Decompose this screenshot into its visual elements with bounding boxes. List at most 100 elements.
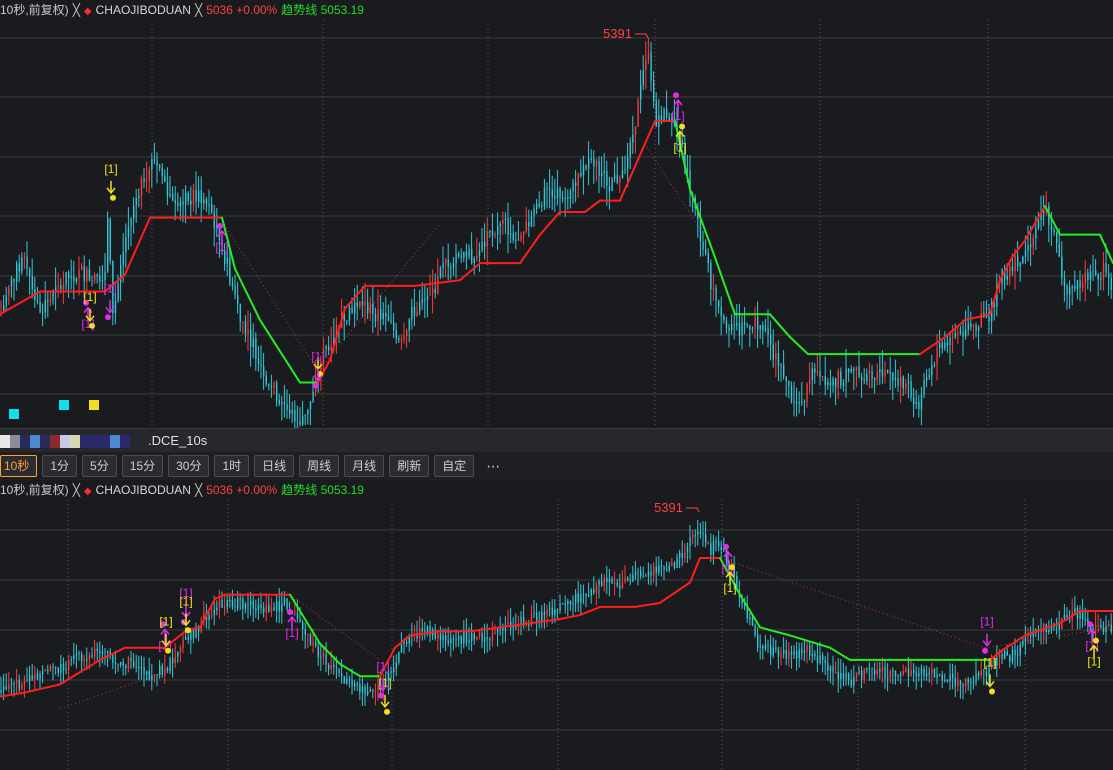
candle-body (348, 678, 351, 680)
candle-body (133, 205, 135, 219)
candle-body (439, 633, 442, 640)
period-button-1h[interactable]: 1时 (214, 455, 250, 477)
candle-body (510, 233, 512, 235)
candle-body (138, 195, 140, 198)
period-button-weekly[interactable]: 周线 (299, 455, 340, 477)
candle-body (208, 204, 210, 206)
price-change: 5036 +0.00% (206, 3, 278, 17)
candle-body (621, 582, 624, 589)
candle-body (1014, 255, 1016, 272)
candle-body (276, 601, 278, 611)
more-icon[interactable]: ⋯ (486, 458, 501, 475)
candle-body (608, 578, 611, 583)
candle-body (374, 313, 377, 322)
candle-body (887, 369, 889, 374)
candle-body (582, 594, 585, 596)
candle-body (263, 607, 265, 613)
candle-body (265, 375, 267, 385)
candle-body (351, 679, 353, 686)
candle-body (494, 632, 496, 634)
chart-panel-top[interactable]: 10秒,前复权) ╳ ◆ CHAOJIBODUAN ╳ 5036 +0.00% 趋势线 50… (0, 0, 1113, 428)
candle-body (1001, 653, 1003, 660)
chart-panel-bottom[interactable]: 10秒,前复权) ╳ ◆ CHAOJIBODUAN ╳ 5036 +0.00% 趋势线 50… (0, 480, 1113, 770)
signal-dot (165, 647, 171, 654)
candle-body (237, 294, 239, 304)
candle-body (18, 263, 20, 272)
candle-body (442, 635, 444, 640)
candle-body (715, 540, 717, 542)
candle-body (403, 642, 405, 644)
candle-body (673, 562, 676, 569)
candle-body (897, 378, 899, 386)
custom-button[interactable]: 自定 (434, 455, 475, 477)
close-x-icon[interactable]: ╳ (73, 483, 80, 497)
candle-body (200, 190, 202, 204)
candle-body (400, 340, 403, 342)
candle-body (283, 402, 286, 405)
candle-body (590, 589, 592, 596)
candle-body (166, 181, 169, 196)
redaction-swatch (60, 435, 70, 448)
candle-body (330, 346, 332, 351)
candle-body (239, 303, 241, 322)
close-x-icon[interactable]: ╳ (73, 3, 80, 17)
candle-body (905, 668, 907, 672)
candle-body (660, 565, 663, 567)
candle-body (933, 364, 936, 366)
candle-body (75, 653, 78, 656)
period-button-5m[interactable]: 5分 (82, 455, 117, 477)
period-button-1m[interactable]: 1分 (42, 455, 78, 477)
candle-body (270, 607, 273, 612)
candlestick-chart-bottom[interactable]: [1][1][1][1][1][1][1][1][1][1][1][1][1]5… (0, 480, 1113, 770)
candle-body (478, 632, 481, 637)
candle-body (1105, 625, 1107, 633)
signal-label: [1] (376, 660, 389, 674)
period-button-monthly[interactable]: 月线 (344, 455, 385, 477)
candle-body (546, 609, 548, 616)
candle-body (606, 577, 608, 583)
candle-body (78, 653, 80, 655)
candle-body (78, 269, 80, 278)
refresh-button[interactable]: 刷新 (389, 455, 430, 477)
trend-line-segment (584, 199, 601, 213)
period-button-30m[interactable]: 30分 (168, 455, 210, 477)
close-x-icon[interactable]: ╳ (195, 3, 202, 17)
candle-body (1095, 625, 1097, 629)
candle-body (125, 237, 127, 253)
candle-body (1022, 256, 1024, 263)
candle-body (458, 636, 460, 640)
signal-label: [1] (159, 615, 172, 629)
candle-body (536, 612, 538, 623)
candle-body (291, 410, 293, 414)
candle-body (1110, 624, 1112, 632)
candle-body (980, 312, 982, 328)
candle-body (507, 621, 509, 625)
candle-body (278, 400, 280, 405)
candle-body (341, 673, 343, 677)
candlestick-chart-top[interactable]: [1][1][1][1][1][1][1][1]5391 (0, 0, 1113, 428)
marker-square (59, 400, 69, 410)
candle-body (788, 651, 790, 659)
candle-body (835, 672, 837, 674)
candle-body (1009, 266, 1011, 276)
candle-body (195, 628, 197, 638)
candle-body (705, 249, 707, 253)
period-button-daily[interactable]: 日线 (254, 455, 295, 477)
redaction-swatch (40, 435, 50, 448)
candle-body (208, 615, 210, 620)
candle-body (195, 189, 197, 203)
candle-body (101, 652, 104, 654)
candle-body (793, 401, 795, 404)
period-button-10s[interactable]: 10秒 (0, 455, 38, 477)
close-x-icon[interactable]: ╳ (195, 483, 202, 497)
candle-body (31, 675, 33, 680)
period-button-15m[interactable]: 15分 (121, 455, 164, 477)
candle-body (606, 170, 608, 187)
candle-body (421, 299, 423, 303)
candle-body (952, 674, 954, 679)
trend-line-segment (644, 119, 656, 145)
candle-body (411, 306, 413, 320)
candle-body (949, 674, 951, 682)
candle-body (177, 651, 179, 657)
candle-body (211, 204, 213, 213)
